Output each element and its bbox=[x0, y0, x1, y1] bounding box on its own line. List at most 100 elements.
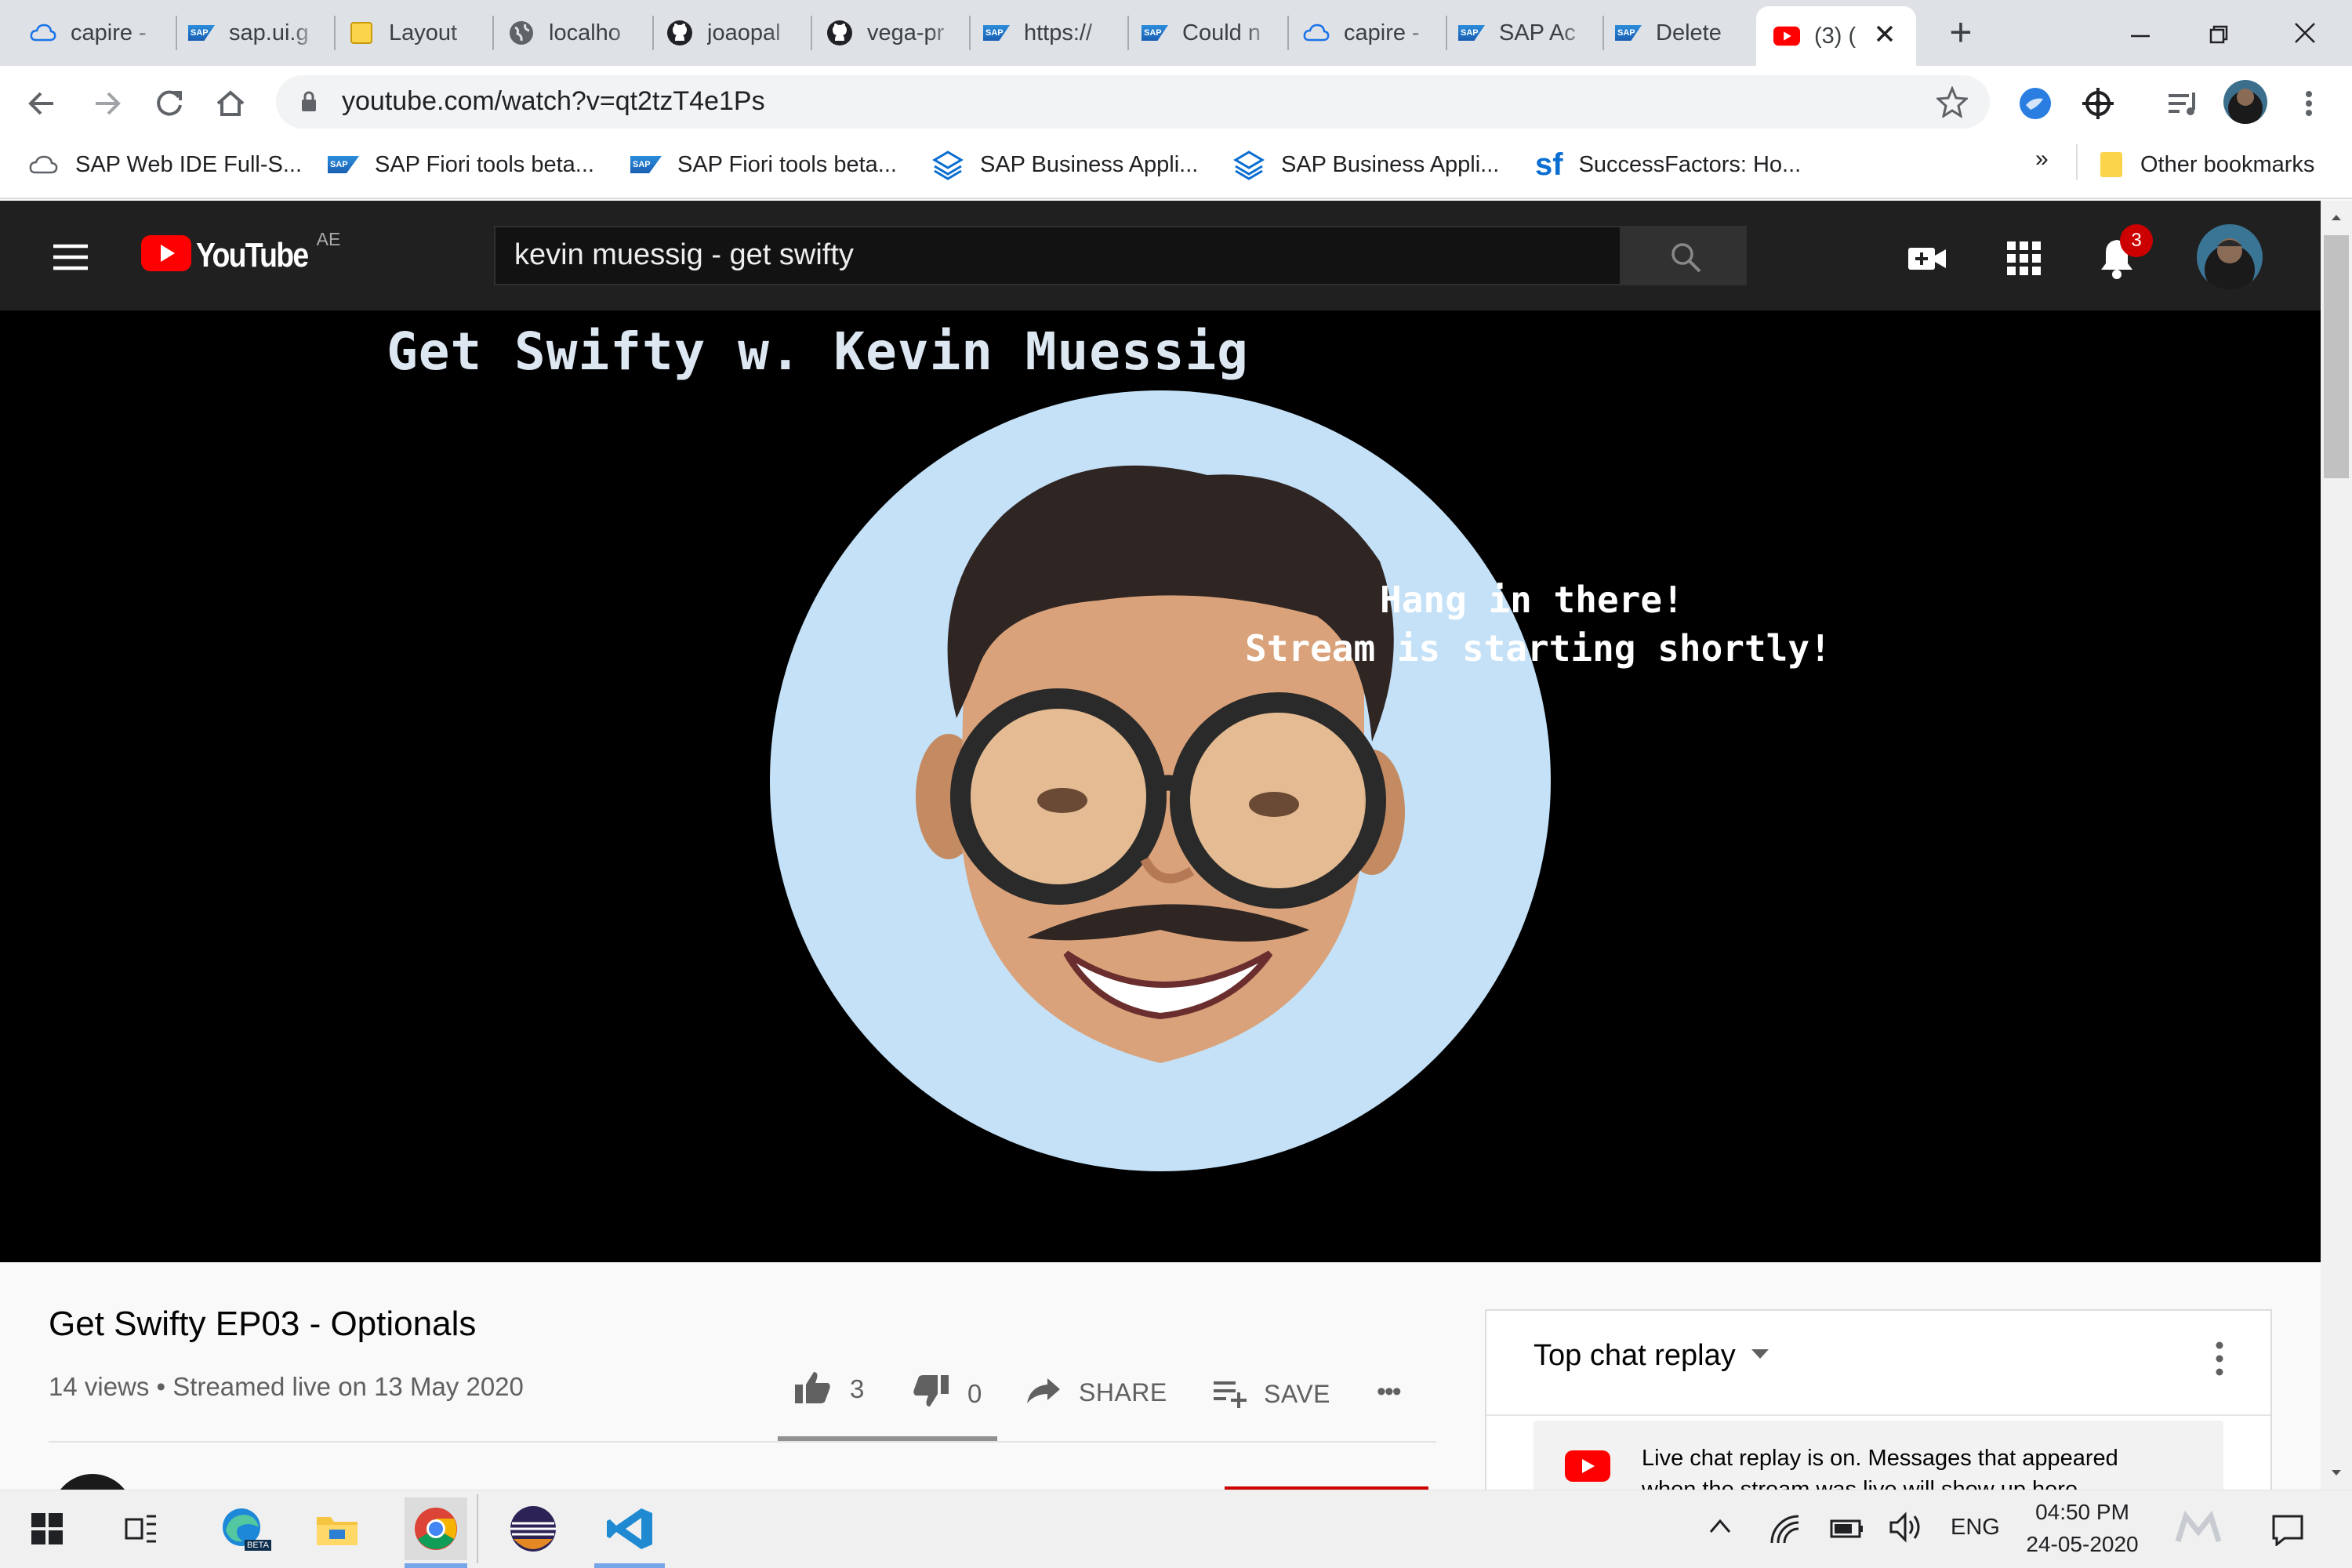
file-explorer-icon[interactable] bbox=[306, 1497, 368, 1560]
browser-tab[interactable]: Layout bbox=[348, 9, 481, 56]
bookmark-item[interactable]: SAP SAP Fiori tools beta... bbox=[630, 146, 897, 183]
sap-icon: SAP bbox=[630, 156, 662, 173]
browser-tab[interactable]: vega-pr bbox=[826, 9, 960, 56]
new-tab-button[interactable]: + bbox=[1941, 13, 1980, 52]
address-bar[interactable]: youtube.com/watch?v=qt2tzT4e1Ps bbox=[276, 75, 1990, 129]
account-avatar[interactable] bbox=[2197, 224, 2263, 290]
video-meta: 14 views • Streamed live on 13 May 2020 bbox=[49, 1372, 524, 1401]
video-title: Get Swifty EP03 - Optionals bbox=[49, 1305, 477, 1343]
browser-tab[interactable]: joaopal bbox=[666, 9, 800, 56]
vscode-icon[interactable] bbox=[599, 1497, 662, 1560]
apps-grid-icon[interactable] bbox=[2002, 237, 2046, 281]
youtube-icon bbox=[1773, 23, 1800, 49]
github-icon bbox=[826, 20, 853, 46]
save-button[interactable]: SAVE bbox=[1212, 1377, 1330, 1412]
search-input[interactable]: kevin muessig - get swifty bbox=[494, 226, 1621, 285]
scroll-down-icon[interactable] bbox=[2330, 1468, 2343, 1482]
task-view-icon[interactable] bbox=[110, 1497, 172, 1560]
cloud-icon bbox=[1303, 20, 1330, 46]
more-actions-button[interactable]: ••• bbox=[1377, 1377, 1402, 1407]
sap-icon: SAP bbox=[983, 20, 1010, 46]
restore-icon[interactable] bbox=[2195, 9, 2242, 56]
windows-start-icon[interactable] bbox=[16, 1497, 78, 1560]
back-icon[interactable] bbox=[22, 83, 63, 124]
youtube-play-icon bbox=[141, 235, 191, 275]
channel-avatar[interactable] bbox=[52, 1474, 133, 1490]
reload-icon[interactable] bbox=[149, 83, 190, 124]
show-hidden-icons[interactable] bbox=[1708, 1516, 1733, 1539]
active-app-indicator bbox=[594, 1563, 665, 1568]
clock[interactable]: 04:50 PM 24-05-2020 bbox=[2020, 1497, 2145, 1562]
browser-tab[interactable]: localho bbox=[508, 9, 641, 56]
youtube-logo[interactable]: YouTube AE bbox=[141, 229, 340, 275]
share-arrow-icon bbox=[1025, 1377, 1062, 1409]
bookmark-item[interactable]: sf SuccessFactors: Ho... bbox=[1535, 146, 1801, 183]
browser-tab-active[interactable]: (3) ( bbox=[1756, 6, 1916, 66]
eclipse-icon[interactable] bbox=[502, 1497, 564, 1560]
globe-icon bbox=[508, 20, 535, 46]
edge-beta-icon[interactable]: BETA bbox=[210, 1497, 273, 1560]
scroll-up-icon[interactable] bbox=[2330, 212, 2343, 226]
input-language[interactable]: ENG bbox=[1951, 1515, 2000, 1541]
chat-options-icon[interactable] bbox=[2208, 1339, 2231, 1378]
other-bookmarks[interactable]: Other bookmarks bbox=[2098, 146, 2314, 183]
meet-now-icon[interactable] bbox=[2175, 1510, 2222, 1552]
youtube-icon bbox=[1565, 1450, 1610, 1486]
sap-icon: SAP bbox=[1142, 20, 1168, 46]
url-text[interactable]: youtube.com/watch?v=qt2tzT4e1Ps bbox=[342, 86, 765, 117]
battery-icon[interactable] bbox=[1830, 1516, 1864, 1544]
video-player[interactable]: Get Swifty w. Kevin Muessig Hang in ther… bbox=[0, 310, 2321, 1262]
chat-mode-dropdown[interactable]: Top chat replay bbox=[1534, 1339, 1770, 1373]
profile-avatar[interactable] bbox=[2223, 80, 2267, 124]
dislike-button[interactable]: 0 bbox=[911, 1374, 982, 1414]
forward-icon[interactable] bbox=[86, 83, 127, 124]
playlist-add-icon bbox=[1212, 1377, 1248, 1412]
hamburger-menu-icon[interactable] bbox=[50, 241, 91, 273]
browser-tab[interactable]: capire - bbox=[1303, 9, 1436, 56]
more-bookmarks-button[interactable]: » bbox=[2035, 146, 2049, 172]
chat-divider bbox=[1486, 1414, 2270, 1416]
browser-tab[interactable]: SAP SAP Ac bbox=[1458, 9, 1592, 56]
live-chat-panel: Top chat replay Live chat replay is on. … bbox=[1485, 1309, 2272, 1499]
bookmark-star-icon[interactable] bbox=[1935, 85, 1969, 122]
taskbar-divider bbox=[477, 1494, 478, 1563]
browser-tab[interactable]: SAP Delete bbox=[1615, 9, 1748, 56]
page-scrollbar[interactable] bbox=[2321, 201, 2352, 1490]
home-icon[interactable] bbox=[210, 83, 251, 124]
browser-tab[interactable]: SAP sap.ui.g bbox=[188, 9, 321, 56]
bookmark-item[interactable]: SAP SAP Fiori tools beta... bbox=[328, 146, 594, 183]
video-overlay-title: Get Swifty w. Kevin Muessig bbox=[387, 321, 1249, 382]
bookmark-item[interactable]: SAP Business Appli... bbox=[1232, 146, 1499, 183]
bookmarks-divider bbox=[2076, 144, 2078, 180]
scrollbar-thumb[interactable] bbox=[2324, 235, 2349, 478]
bookmark-item[interactable]: SAP Web IDE Full-S... bbox=[28, 146, 302, 183]
browser-tab[interactable]: SAP https:// bbox=[983, 9, 1116, 56]
active-app-indicator bbox=[405, 1563, 467, 1568]
crosshair-extension-icon[interactable] bbox=[2078, 83, 2118, 124]
extension-globe-icon[interactable] bbox=[2015, 83, 2056, 124]
chrome-menu-icon[interactable] bbox=[2297, 83, 2321, 124]
search-icon bbox=[1668, 240, 1703, 278]
share-button[interactable]: SHARE bbox=[1025, 1377, 1167, 1409]
successfactors-icon: sf bbox=[1535, 147, 1563, 182]
divider bbox=[49, 1441, 1436, 1443]
sap-icon: SAP bbox=[1458, 20, 1485, 46]
search-button[interactable] bbox=[1621, 226, 1747, 285]
thumbs-up-icon bbox=[793, 1369, 833, 1409]
like-button[interactable]: 3 bbox=[793, 1369, 864, 1409]
create-video-icon[interactable] bbox=[1905, 237, 1949, 281]
action-center-icon[interactable] bbox=[2270, 1513, 2305, 1550]
volume-icon[interactable] bbox=[1888, 1512, 1924, 1547]
browser-tab[interactable]: capire - bbox=[30, 9, 163, 56]
video-overlay-line2: Stream is starting shortly! bbox=[1245, 627, 1831, 670]
close-window-icon[interactable] bbox=[2281, 9, 2328, 56]
media-control-icon[interactable] bbox=[2162, 83, 2203, 124]
minimize-icon[interactable] bbox=[2117, 9, 2164, 56]
dropdown-arrow-icon bbox=[1750, 1348, 1770, 1364]
github-icon bbox=[666, 20, 693, 46]
bookmark-item[interactable]: SAP Business Appli... bbox=[931, 146, 1198, 183]
browser-tab[interactable]: SAP Could n bbox=[1142, 9, 1275, 56]
chrome-taskbar-icon[interactable] bbox=[405, 1497, 467, 1560]
close-tab-icon[interactable] bbox=[1875, 24, 1894, 49]
wifi-icon[interactable] bbox=[1769, 1513, 1800, 1548]
